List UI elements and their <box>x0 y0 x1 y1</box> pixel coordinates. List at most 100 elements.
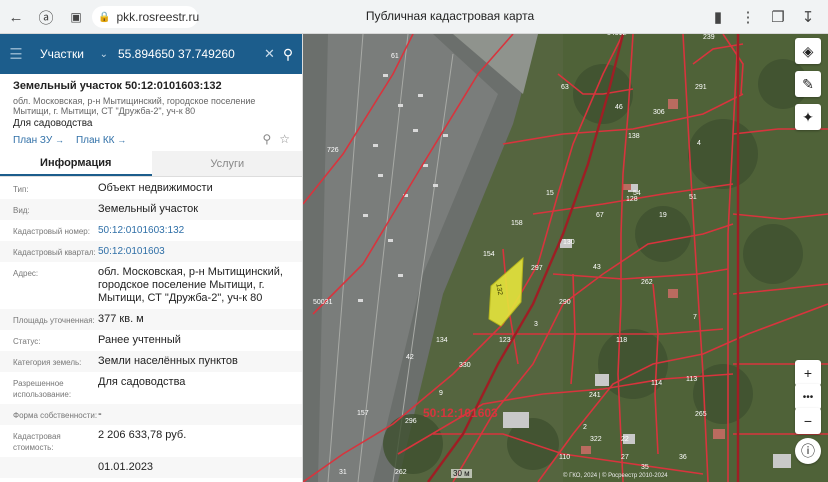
plot-number: 296 <box>405 418 417 425</box>
plot-number: 110 <box>559 454 571 461</box>
prop-value: Земельный участок <box>98 203 199 215</box>
plot-number: 35 <box>641 464 649 471</box>
search-bar: ☰ Участки ⌄ ✕ ⚲ <box>0 34 302 74</box>
plot-number: 54 <box>633 190 641 197</box>
plot-number: 51 <box>689 194 697 201</box>
plot-number: 322 <box>590 436 602 443</box>
map-view[interactable]: 61 726 50031 63 54512 239 291 306 46 138… <box>303 34 828 482</box>
back-arrow-icon[interactable]: ← <box>2 3 30 31</box>
plot-number: 50031 <box>313 299 333 306</box>
page-title: Публичная кадастровая карта <box>365 9 535 23</box>
prop-label: Адрес: <box>13 269 39 278</box>
zoom-out-button[interactable]: − <box>795 408 821 434</box>
plot-number: 54512 <box>607 34 626 37</box>
map-scale: 30 м <box>451 469 472 478</box>
plot-number: 114 <box>651 380 663 387</box>
prop-value: Для садоводства <box>98 376 186 388</box>
more-icon[interactable]: ⋮ <box>734 3 762 31</box>
more-icon: ••• <box>802 391 814 403</box>
minus-icon: − <box>803 413 813 429</box>
plot-number: 22 <box>621 436 629 443</box>
download-icon[interactable]: ↧ <box>794 3 822 31</box>
prop-label: Кадастровый квартал: <box>13 248 96 257</box>
prop-row-kind: Вид: Земельный участок <box>0 199 302 220</box>
plan-zu-link[interactable]: План ЗУ → <box>13 135 64 146</box>
plot-number: 9 <box>439 390 443 397</box>
plot-number: 63 <box>561 84 569 91</box>
plot-number: 2 <box>583 424 587 431</box>
search-type-label: Участки <box>40 47 84 61</box>
plan-links: План ЗУ → План КК → <box>13 135 126 146</box>
prop-value: обл. Московская, р-н Мытищинский, городс… <box>98 266 283 304</box>
plot-number: 118 <box>616 337 628 344</box>
locate-button[interactable]: ✦ <box>795 104 821 130</box>
prop-label: Форма собственности: <box>13 411 98 420</box>
tab-info[interactable]: Информация <box>0 151 152 176</box>
bookmark-icon[interactable]: ▮ <box>704 3 732 31</box>
plot-number: 290 <box>559 299 571 306</box>
plot-number: 330 <box>459 362 471 369</box>
prop-label: Разрешенное использование: <box>13 379 72 399</box>
plan-kk-link[interactable]: План КК → <box>76 135 126 146</box>
favorite-star-icon[interactable]: ☆ <box>279 132 290 146</box>
compass-icon: ✦ <box>802 108 814 125</box>
info-icon: ⓘ <box>801 443 815 459</box>
extensions-icon[interactable]: ❐ <box>764 3 792 31</box>
plot-number: 726 <box>327 147 339 154</box>
plot-number: 157 <box>357 410 369 417</box>
plot-number: 265 <box>695 411 707 418</box>
properties-list: Тип: Объект недвижимости Вид: Земельный … <box>0 178 302 478</box>
info-button[interactable]: ⓘ <box>795 438 821 464</box>
menu-icon[interactable]: ☰ <box>0 34 32 74</box>
prop-value: 2 206 633,78 руб. <box>98 429 187 441</box>
plot-title: Земельный участок 50:12:0101603:132 <box>13 80 222 92</box>
plot-number: 306 <box>653 109 665 116</box>
prop-value: 01.01.2023 <box>98 461 154 473</box>
prop-row-status: Статус: Ранее учтенный <box>0 330 302 351</box>
search-type-select[interactable]: Участки ⌄ <box>40 47 112 61</box>
cadastral-number-link[interactable]: 50:12:0101603:132 <box>98 224 302 237</box>
address-bar[interactable]: 🔒 pkk.rosreestr.ru <box>92 6 199 28</box>
prop-row-address: Адрес: обл. Московская, р-н Мытищинский,… <box>0 262 302 309</box>
plot-number: 7 <box>693 314 697 321</box>
plot-number: 3 <box>534 321 538 328</box>
ruler-button[interactable]: ✎ <box>795 71 821 97</box>
plot-number: 27 <box>621 454 629 461</box>
plot-number: 130 <box>563 239 575 246</box>
plot-number: 15 <box>546 190 554 197</box>
yandex-home-icon[interactable]: ⓐ <box>32 3 60 31</box>
search-input[interactable] <box>118 47 258 61</box>
plot-usage: Для садоводства <box>13 118 93 129</box>
info-panel: ☰ Участки ⌄ ✕ ⚲ Земельный участок 50:12:… <box>0 34 303 482</box>
plot-number: 36 <box>679 454 687 461</box>
layers-button[interactable]: ◈ <box>795 38 821 64</box>
cadastral-quarter-link[interactable]: 50:12:0101603 <box>98 245 302 258</box>
prop-value: Объект недвижимости <box>98 182 213 194</box>
zoom-more-button[interactable]: ••• <box>795 384 821 410</box>
plot-number: 154 <box>483 251 495 258</box>
plot-number: 19 <box>659 212 667 219</box>
plot-number: 67 <box>596 212 604 219</box>
prop-value: Земли населённых пунктов <box>98 355 238 367</box>
tabs-icon[interactable]: ▣ <box>62 3 90 31</box>
plot-number: 43 <box>593 264 601 271</box>
map-attribution: © ГКО, 2024 | © Росреестр 2010-2024 <box>563 473 668 479</box>
plus-icon: + <box>803 365 813 381</box>
search-icon[interactable]: ⚲ <box>283 46 293 63</box>
plot-number: 113 <box>686 376 698 383</box>
tab-services[interactable]: Услуги <box>151 151 302 176</box>
prop-row-date: 01.01.2023 <box>0 457 302 478</box>
zoom-in-button[interactable]: + <box>795 360 821 386</box>
prop-row-ownership: Форма собственности: - <box>0 404 302 425</box>
plot-number: 4 <box>697 140 701 147</box>
chevron-down-icon: ⌄ <box>99 48 108 60</box>
plot-number: 239 <box>703 34 715 41</box>
prop-row-permitted-use: Разрешенное использование: Для садоводст… <box>0 372 302 404</box>
search-nearby-icon[interactable]: ⚲ <box>262 132 271 146</box>
plot-number: 31 <box>339 469 347 476</box>
prop-row-type: Тип: Объект недвижимости <box>0 178 302 199</box>
lock-icon: 🔒 <box>98 11 111 23</box>
prop-row-cadastral-number: Кадастровый номер: 50:12:0101603:132 <box>0 220 302 241</box>
plot-labels: 61 726 50031 63 54512 239 291 306 46 138… <box>303 34 828 482</box>
clear-icon[interactable]: ✕ <box>264 46 275 62</box>
